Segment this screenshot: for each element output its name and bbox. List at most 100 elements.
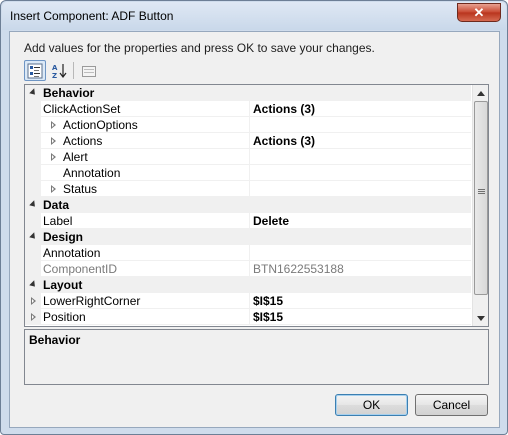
property-value-cell[interactable] — [249, 245, 471, 261]
collapse-arrow-icon[interactable] — [29, 232, 38, 241]
property-value: Actions (3) — [253, 134, 316, 148]
property-row[interactable]: Status — [25, 181, 471, 197]
categorized-icon — [27, 63, 43, 78]
row-gutter — [25, 165, 41, 181]
row-gutter — [25, 245, 41, 261]
property-value: Actions (3) — [253, 102, 316, 116]
property-name: Annotation — [63, 166, 121, 180]
instruction-text: Add values for the properties and press … — [24, 41, 375, 55]
category-label: Behavior — [43, 86, 95, 100]
property-name-cell[interactable]: Annotation — [25, 165, 248, 181]
row-gutter — [25, 149, 41, 165]
property-row[interactable]: Annotation — [25, 245, 471, 261]
property-toolbar: A Z — [24, 60, 494, 82]
dialog-client-area: Add values for the properties and press … — [9, 31, 500, 428]
property-value-cell[interactable]: Actions (3) — [249, 133, 471, 149]
property-value-cell[interactable]: Delete — [249, 213, 471, 229]
property-row[interactable]: Alert — [25, 149, 471, 165]
property-value: Delete — [253, 214, 290, 228]
property-name: ComponentID — [43, 262, 118, 276]
expand-arrow-icon[interactable] — [51, 137, 56, 145]
property-row[interactable]: LowerRightCorner $I$15 — [25, 293, 471, 309]
property-name-cell[interactable]: LowerRightCorner — [25, 293, 248, 309]
property-name: Position — [43, 310, 86, 324]
grip-line — [478, 191, 485, 192]
property-row[interactable]: ClickActionSet Actions (3) — [25, 101, 471, 117]
property-row[interactable]: Label Delete — [25, 213, 471, 229]
property-grid[interactable]: Behavior ClickActionSet Actions (3) ActionO… — [24, 84, 489, 327]
grip-line — [478, 189, 485, 190]
property-row[interactable]: ActionOptions — [25, 117, 471, 133]
ok-button[interactable]: OK — [335, 394, 408, 416]
property-name-cell[interactable]: Position — [25, 309, 248, 325]
property-name-cell[interactable]: Actions — [25, 133, 248, 149]
category-label: Design — [43, 230, 84, 244]
row-gutter — [25, 133, 41, 149]
category-row[interactable]: Behavior — [25, 85, 471, 101]
property-name-cell[interactable]: Alert — [25, 149, 248, 165]
window-title: Insert Component: ADF Button — [10, 9, 174, 23]
property-row[interactable]: ComponentID BTN1622553188 — [25, 261, 471, 277]
expand-arrow-icon[interactable] — [51, 153, 56, 161]
property-name-cell[interactable]: Label — [25, 213, 248, 229]
cancel-button-label: Cancel — [432, 398, 471, 412]
row-gutter — [25, 101, 41, 117]
property-value-cell[interactable]: $I$15 — [249, 309, 471, 325]
property-name-cell[interactable]: ActionOptions — [25, 117, 248, 133]
property-value-cell[interactable]: Actions (3) — [249, 101, 471, 117]
property-name: Alert — [63, 150, 88, 164]
property-name-cell[interactable]: ComponentID — [25, 261, 248, 277]
property-value: $I$15 — [253, 310, 284, 324]
close-button[interactable]: ✕ — [457, 3, 501, 22]
vertical-scrollbar[interactable] — [472, 85, 488, 326]
property-value: BTN1622553188 — [253, 262, 344, 276]
toolbar-separator — [73, 62, 74, 79]
property-name: Actions — [63, 134, 103, 148]
property-value: $I$15 — [253, 294, 284, 308]
category-row[interactable]: Design — [25, 229, 471, 245]
property-name-cell[interactable]: ClickActionSet — [25, 101, 248, 117]
category-label: Data — [43, 198, 70, 212]
row-gutter — [25, 181, 41, 197]
property-value-cell[interactable] — [249, 117, 471, 133]
property-value-cell: BTN1622553188 — [249, 261, 471, 277]
cancel-button[interactable]: Cancel — [415, 394, 488, 416]
property-value-cell[interactable] — [249, 149, 471, 165]
collapse-arrow-icon[interactable] — [29, 280, 38, 289]
property-pages-button[interactable] — [78, 60, 100, 81]
sort-az-icon: A Z — [52, 63, 67, 79]
property-pages-icon — [82, 65, 96, 77]
expand-arrow-icon[interactable] — [31, 313, 36, 321]
category-row[interactable]: Data — [25, 197, 471, 213]
row-gutter — [25, 117, 41, 133]
property-value-cell[interactable] — [249, 165, 471, 181]
grip-line — [478, 193, 485, 194]
close-icon: ✕ — [473, 5, 485, 20]
scroll-thumb[interactable] — [474, 101, 488, 295]
category-row[interactable]: Layout — [25, 277, 471, 293]
svg-text:Z: Z — [52, 72, 57, 79]
description-panel: Behavior — [24, 329, 489, 385]
property-value-cell[interactable] — [249, 181, 471, 197]
property-name-cell[interactable]: Status — [25, 181, 248, 197]
property-row[interactable]: Annotation — [25, 165, 471, 181]
scroll-down-button[interactable] — [473, 310, 488, 326]
property-row[interactable]: Position $I$15 — [25, 309, 471, 325]
property-name: Status — [63, 182, 98, 196]
property-name-cell[interactable]: Annotation — [25, 245, 248, 261]
dialog-window: Insert Component: ADF Button ✕ Add value… — [0, 0, 508, 435]
expand-arrow-icon[interactable] — [31, 297, 36, 305]
scroll-down-icon — [477, 315, 485, 321]
collapse-arrow-icon[interactable] — [29, 88, 38, 97]
scroll-up-button[interactable] — [473, 85, 488, 101]
alphabetical-view-button[interactable]: A Z — [48, 60, 70, 81]
scroll-up-icon — [477, 90, 485, 96]
categorized-view-button[interactable] — [24, 60, 46, 81]
collapse-arrow-icon[interactable] — [29, 200, 38, 209]
expand-arrow-icon[interactable] — [51, 121, 56, 129]
property-row[interactable]: Actions Actions (3) — [25, 133, 471, 149]
property-name: ActionOptions — [63, 118, 138, 132]
title-bar[interactable]: Insert Component: ADF Button ✕ — [2, 2, 506, 30]
property-value-cell[interactable]: $I$15 — [249, 293, 471, 309]
expand-arrow-icon[interactable] — [51, 185, 56, 193]
